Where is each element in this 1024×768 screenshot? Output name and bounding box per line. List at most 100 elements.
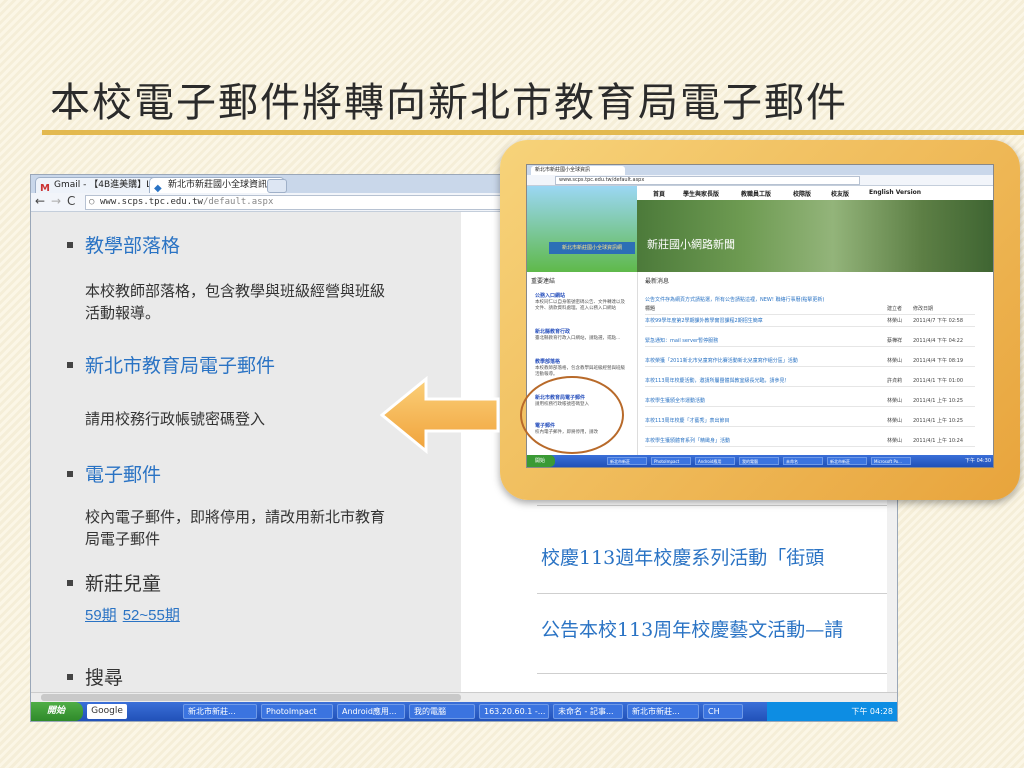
inset-taskbar-item[interactable]: 我的電腦 [739, 457, 779, 465]
link-email[interactable]: 電子郵件 [85, 460, 161, 487]
heading-xinzhuang-children: 新莊兒童 [85, 573, 162, 595]
inset-menu-item[interactable]: 學生與家長版 [683, 189, 719, 198]
divider [537, 673, 897, 674]
taskbar-item[interactable]: 新北市新莊... [627, 704, 699, 719]
highlight-circle [520, 376, 624, 454]
divider [537, 593, 897, 594]
table-row[interactable]: 緊急通知：mail server暫停服務 蔡樺祥 2011/4/4 下午 04:22 [645, 336, 975, 347]
back-icon[interactable]: ← [35, 194, 45, 208]
bullet-icon [67, 674, 73, 680]
inset-table-header: 標題 建立者 修改日期 [645, 304, 975, 315]
bullet-icon [67, 362, 73, 368]
link-teaching-blog[interactable]: 教學部落格 [85, 231, 180, 258]
table-row[interactable]: 本校學生獲頒全市運動活動 林榮山 2011/4/1 上午 10:25 [645, 396, 975, 407]
row-title[interactable]: 本校99學年度第2學期課外教學實習課程2期招生簡章 [645, 316, 763, 326]
address-bar[interactable]: ○ www.scps.tpc.edu.tw/default.aspx [85, 195, 521, 210]
inset-menu-item[interactable]: 教職員工版 [741, 189, 771, 198]
forward-icon[interactable]: → [51, 194, 61, 208]
reload-icon[interactable]: C [67, 194, 75, 208]
row-title[interactable]: 本校學生獲頒全市運動活動 [645, 396, 705, 406]
url-path: /default.aspx [202, 197, 274, 207]
news-item[interactable]: 校慶113週年校慶系列活動「街頭 [541, 543, 824, 570]
inset-menu-item[interactable]: English Version [869, 189, 921, 196]
issue-link[interactable]: 52~55期 [123, 607, 180, 624]
taskbar-item[interactable]: Android應用... [337, 704, 405, 719]
inset-tab[interactable]: 新北市新莊國小全球資訊 [531, 166, 625, 175]
divider [537, 505, 897, 506]
inset-clock: 下午 04:30 [965, 458, 991, 464]
globe-icon: ○ [89, 197, 95, 207]
inset-menu-item[interactable]: 校際版 [793, 189, 811, 198]
issue-links: 59期 52~55期 [85, 604, 186, 625]
inset-banner: 新北市新莊國小全球資訊網 首頁 學生與家長版 教職員工版 校際版 校友版 Eng… [527, 186, 993, 272]
inset-menu: 首頁 學生與家長版 教職員工版 校際版 校友版 English Version [637, 186, 993, 200]
row-author: 許貞莉 [887, 378, 903, 384]
row-title[interactable]: 本校學生獲頒體育系列「精緻身」活動 [645, 436, 730, 446]
scroll-thumb[interactable] [41, 694, 461, 701]
row-date: 2011/4/7 下午 02:58 [913, 318, 964, 324]
inset-main-title: 最新消息 [645, 278, 670, 285]
system-tray-clock: 下午 04:28 [767, 702, 897, 721]
desc-teaching-blog: 本校教師部落格，包含教學與班級經營與班級活動報導。 [85, 282, 386, 322]
inset-address-bar[interactable]: www.scps.tpc.edu.tw/default.aspx [555, 176, 860, 185]
taskbar-item[interactable]: 新北市新莊... [183, 704, 257, 719]
inset-side-desc: 臺北縣教育行政入口網站，請點選，或點... [535, 336, 621, 341]
inset-side-link[interactable]: 公務入口網站 [535, 292, 565, 299]
desc-edu-email: 請用校務行政帳號密碼登入 [85, 410, 266, 428]
inset-side-desc: 本校同仁以自身帳號密碼公告、文件轉達以及文件、請款資料處理。進入公務入口網站 [535, 300, 625, 311]
tab-gmail[interactable]: M Gmail - 【4B進美購】LE... × [35, 177, 167, 194]
inset-start-button[interactable]: 開始 [527, 455, 555, 467]
inset-main: 最新消息 公告文件存為網頁方式請點選，所有公告請點這裡，NEW! 聯絡行事曆(點… [639, 272, 983, 455]
table-row[interactable]: 本校榮獲「2011新北市兒童寫作比賽活動新北兒童寫作組分區」活動 林榮山 2011/… [645, 356, 975, 367]
col-header: 修改日期 [913, 306, 934, 312]
inset-taskbar-item[interactable]: 未命名 [783, 457, 823, 465]
inset-tab-bar: 新北市新莊國小全球資訊 [527, 165, 993, 175]
school-logo [527, 186, 637, 272]
row-author: 林榮山 [887, 438, 903, 444]
inset-side-link[interactable]: 教學部落格 [535, 358, 560, 365]
new-tab-button[interactable] [267, 179, 287, 193]
inset-taskbar-item[interactable]: 新北市新莊 [827, 457, 867, 465]
inset-menu-item[interactable]: 首頁 [653, 189, 665, 198]
table-row[interactable]: 本校113周年校慶「才藝秀」表出節目 林榮山 2011/4/1 上午 10:25 [645, 416, 975, 427]
table-row[interactable]: 本校學生獲頒體育系列「精緻身」活動 林榮山 2011/4/1 上午 10:24 [645, 436, 975, 447]
row-author: 林榮山 [887, 398, 903, 404]
inset-notice[interactable]: 公告文件存為網頁方式請點選，所有公告請點這裡，NEW! 聯絡行事曆(點擊更新) [645, 296, 824, 303]
slide-title: 本校電子郵件將轉向新北市教育局電子郵件 [50, 80, 848, 126]
row-title[interactable]: 本校榮獲「2011新北市兒童寫作比賽活動新北兒童寫作組分區」活動 [645, 356, 798, 366]
inset-taskbar-item[interactable]: 新北市新莊 [607, 457, 647, 465]
inset-taskbar: 開始 新北市新莊 PhotoImpact Android應用 我的電腦 未命名 … [527, 455, 993, 467]
taskbar-item[interactable]: 未命名 - 記事... [553, 704, 623, 719]
row-author: 林榮山 [887, 318, 903, 324]
taskbar-item[interactable]: PhotoImpact [261, 704, 333, 719]
row-date: 2011/4/4 下午 04:22 [913, 338, 964, 344]
language-bar[interactable]: CH [703, 704, 743, 719]
news-item[interactable]: 公告本校113周年校慶藝文活動—請 [541, 615, 843, 642]
link-edu-email[interactable]: 新北市教育局電子郵件 [85, 351, 275, 378]
inset-taskbar-item[interactable]: Microsoft Po... [871, 457, 911, 465]
inset-menu-item[interactable]: 校友版 [831, 189, 849, 198]
inset-side-link[interactable]: 新北縣教育行政 [535, 328, 570, 335]
google-toolbar[interactable]: Google [87, 704, 127, 719]
inset-taskbar-item[interactable]: Android應用 [695, 457, 735, 465]
row-author: 蔡樺祥 [887, 338, 903, 344]
start-button[interactable]: 開始 [31, 702, 83, 721]
bullet-icon [67, 242, 73, 248]
title-divider [42, 130, 1024, 135]
row-date: 2011/4/1 上午 10:25 [913, 398, 964, 404]
taskbar-item[interactable]: 163.20.60.1 -... [479, 704, 549, 719]
tab-school[interactable]: ◆ 新北市新莊國小全球資訊... × [149, 177, 285, 194]
row-title[interactable]: 緊急通知：mail server暫停服務 [645, 336, 718, 346]
row-date: 2011/4/4 下午 08:19 [913, 358, 964, 364]
row-date: 2011/4/1 下午 01:00 [913, 378, 964, 384]
taskbar-item[interactable]: 我的電腦 [409, 704, 475, 719]
left-arrow-icon [380, 375, 500, 455]
row-date: 2011/4/1 上午 10:25 [913, 418, 964, 424]
row-title[interactable]: 本校113周年校慶「才藝秀」表出節目 [645, 416, 730, 426]
table-row[interactable]: 本校113周年校慶活動，邀請所屬團體與教室級長光臨，請參見！ 許貞莉 2011/4/… [645, 376, 975, 387]
issue-link[interactable]: 59期 [85, 607, 117, 624]
row-title[interactable]: 本校113周年校慶活動，邀請所屬團體與教室級長光臨，請參見！ [645, 376, 790, 386]
col-header: 標題 [645, 306, 656, 312]
inset-taskbar-item[interactable]: PhotoImpact [651, 457, 691, 465]
table-row[interactable]: 本校99學年度第2學期課外教學實習課程2期招生簡章 林榮山 2011/4/7 下午 … [645, 316, 975, 327]
